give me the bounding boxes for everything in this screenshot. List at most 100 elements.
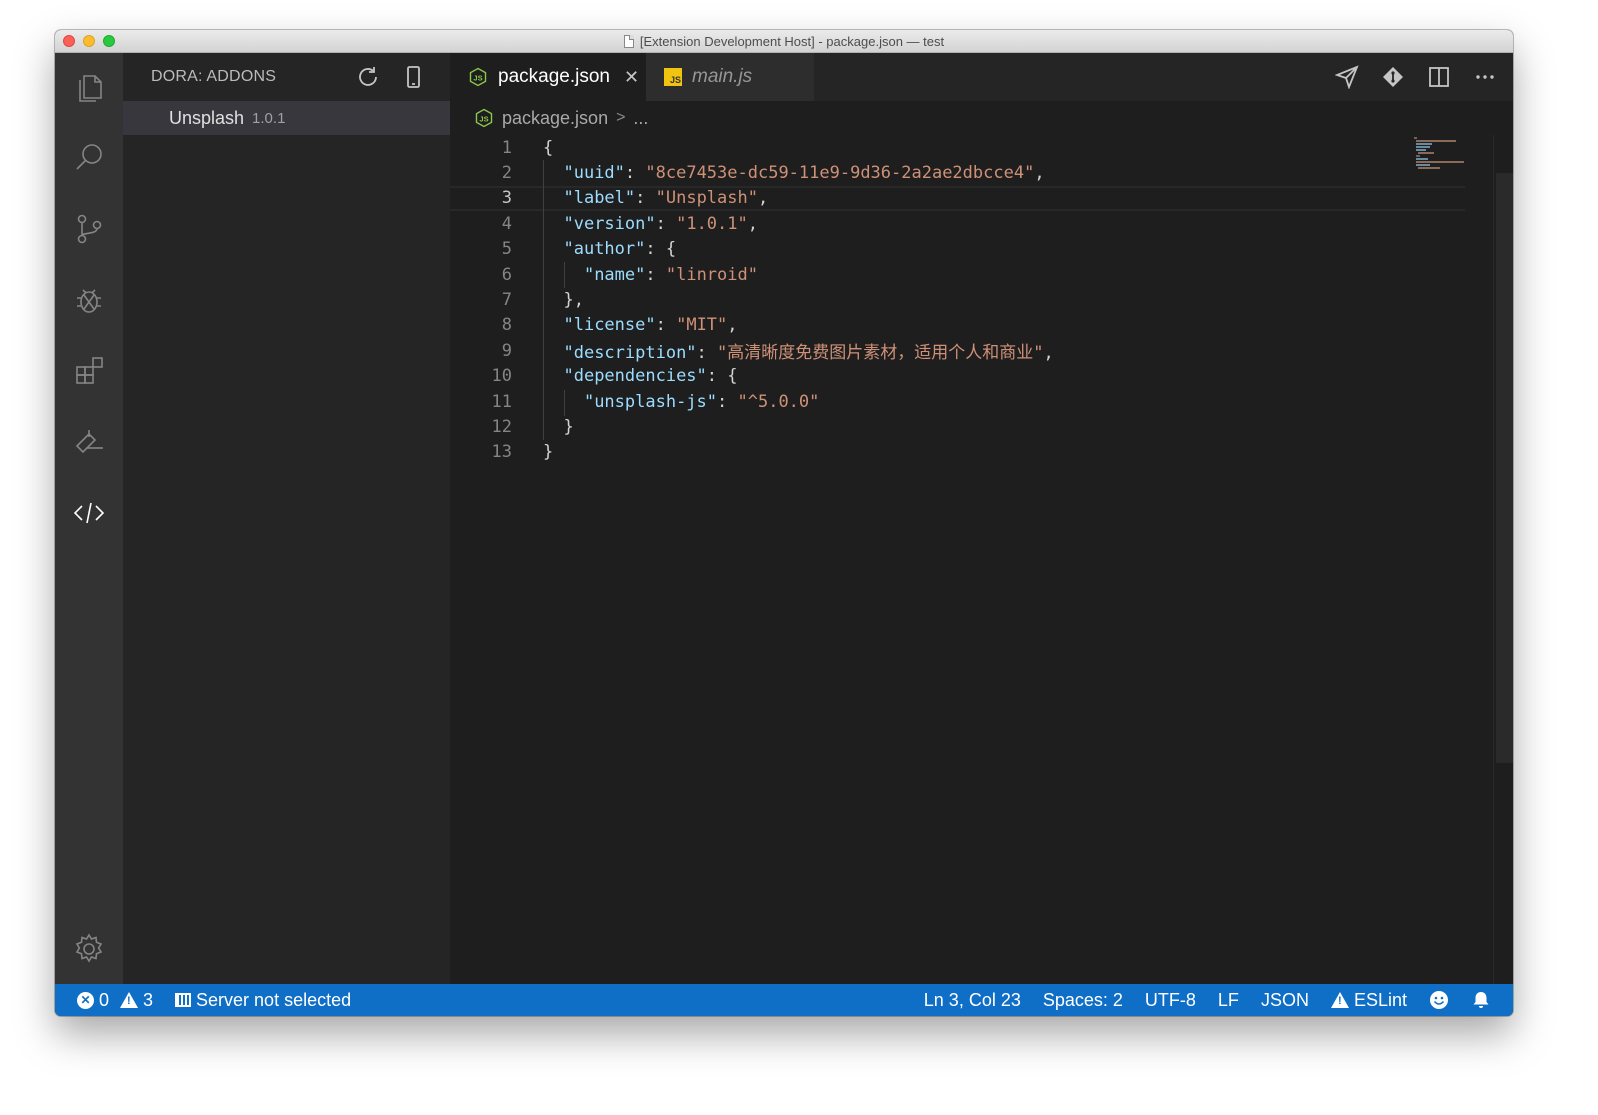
language-mode[interactable]: JSON (1261, 990, 1309, 1011)
code-line[interactable]: 3 "label": "Unsplash", (450, 185, 1465, 212)
document-icon (623, 34, 634, 48)
git-compare-icon[interactable] (1379, 63, 1407, 91)
line-number: 9 (501, 340, 512, 361)
line-text: "version": "1.0.1", (543, 214, 758, 234)
end-of-line[interactable]: LF (1218, 990, 1239, 1011)
feedback-smiley-icon[interactable] (1429, 990, 1449, 1010)
line-text: "license": "MIT", (543, 315, 738, 336)
punctuation-token: : (655, 213, 677, 234)
problems-indicator[interactable]: ✕ 0 3 (77, 990, 153, 1011)
scrollbar-thumb[interactable] (1496, 173, 1513, 763)
json-string-token: "8ce7453e-dc59-11e9-9d36-2a2ae2dbcce4" (645, 163, 1035, 184)
json-key-token: "uuid" (563, 163, 625, 184)
code-line[interactable]: 1{ (450, 135, 1465, 160)
mobile-device-icon[interactable] (399, 63, 427, 91)
code-line[interactable]: 7 }, (450, 287, 1465, 312)
extensions-icon[interactable] (69, 351, 109, 391)
json-string-token: "高清晰度免费图片素材，适用个人和商业" (717, 343, 1044, 364)
settings-gear-icon[interactable] (69, 929, 109, 969)
code-icon[interactable] (69, 493, 109, 533)
refresh-icon[interactable] (354, 63, 382, 91)
punctuation-token: } (543, 442, 554, 463)
code-line[interactable]: 12 } (450, 414, 1465, 439)
files-icon[interactable] (69, 67, 109, 107)
line-text: }, (543, 290, 584, 311)
json-key-token: "author" (563, 239, 646, 260)
warning-icon (120, 992, 139, 1008)
deploy-icon[interactable] (69, 422, 109, 462)
indentation[interactable]: Spaces: 2 (1043, 990, 1123, 1011)
line-number: 5 (501, 239, 512, 260)
split-editor-icon[interactable] (1425, 63, 1453, 91)
line-number: 8 (501, 315, 512, 336)
addon-version: 1.0.1 (252, 109, 286, 127)
notifications-bell-icon[interactable] (1471, 990, 1491, 1010)
code-line[interactable]: 6 "name": "linroid" (450, 262, 1465, 287)
punctuation-token: : (624, 163, 646, 184)
addon-name: Unsplash (169, 107, 245, 128)
code-line[interactable]: 13} (450, 440, 1465, 465)
maximize-window-button[interactable] (103, 35, 115, 47)
punctuation-token: : { (706, 366, 738, 387)
line-number: 7 (501, 290, 512, 311)
search-icon[interactable] (69, 138, 109, 178)
close-icon[interactable]: ✕ (624, 67, 639, 88)
more-actions-icon[interactable] (1471, 63, 1499, 91)
server-status[interactable]: Server not selected (175, 990, 351, 1011)
punctuation-token: , (1043, 343, 1054, 364)
line-number: 13 (491, 442, 512, 463)
punctuation-token: : (645, 264, 666, 285)
debug-icon[interactable] (69, 280, 109, 320)
punctuation-token: , (757, 188, 769, 209)
server-icon (175, 993, 192, 1007)
line-number: 6 (501, 264, 512, 285)
tab-bar: JS package.json ✕ JS main.js (450, 53, 1513, 101)
line-number: 12 (491, 417, 512, 438)
cursor-position[interactable]: Ln 3, Col 23 (924, 990, 1021, 1011)
breadcrumb-more[interactable]: ... (633, 108, 648, 129)
code-line[interactable]: 9 "description": "高清晰度免费图片素材，适用个人和商业", (450, 338, 1465, 364)
indent-guide (543, 160, 544, 440)
minimap[interactable] (1412, 135, 1465, 175)
send-icon[interactable] (1333, 63, 1361, 91)
line-text: "author": { (543, 239, 676, 259)
code-line[interactable]: 2 "uuid": "8ce7453e-dc59-11e9-9d36-2a2ae… (450, 160, 1465, 185)
eslint-status[interactable]: ESLint (1330, 990, 1407, 1011)
tab-package-json[interactable]: JS package.json ✕ (450, 53, 646, 101)
code-line[interactable]: 11 "unsplash-js": "^5.0.0" (450, 389, 1465, 414)
vscode-window: [Extension Development Host] - package.j… (55, 30, 1513, 1016)
line-text: "unsplash-js": "^5.0.0" (543, 392, 819, 412)
code-editor[interactable]: 1{2 "uuid": "8ce7453e-dc59-11e9-9d36-2a2… (450, 135, 1465, 984)
code-line[interactable]: 4 "version": "1.0.1", (450, 211, 1465, 236)
code-line[interactable]: 10 "dependencies": { (450, 364, 1465, 389)
punctuation-token: : { (645, 239, 677, 260)
minimize-window-button[interactable] (83, 35, 95, 47)
encoding[interactable]: UTF-8 (1145, 990, 1196, 1011)
json-string-token: "MIT" (676, 315, 728, 336)
code-line[interactable]: 5 "author": { (450, 237, 1465, 262)
addon-item-unsplash[interactable]: Unsplash 1.0.1 (123, 101, 450, 135)
tab-main-js[interactable]: JS main.js (646, 53, 814, 101)
vertical-scrollbar[interactable] (1493, 135, 1513, 984)
chevron-right-icon: > (616, 109, 626, 126)
punctuation-token: }, (543, 290, 584, 311)
line-number: 1 (501, 137, 512, 158)
breadcrumb-file[interactable]: package.json (502, 108, 608, 129)
line-text: "description": "高清晰度免费图片素材，适用个人和商业", (543, 338, 1054, 364)
source-control-icon[interactable] (69, 209, 109, 249)
close-window-button[interactable] (63, 35, 75, 47)
json-file-icon: JS (469, 67, 487, 87)
punctuation-token: , (727, 315, 738, 336)
json-key-token: "unsplash-js" (583, 391, 718, 412)
line-text: } (543, 417, 573, 437)
punctuation-token: { (543, 137, 554, 158)
punctuation-token: : (655, 315, 677, 336)
code-line[interactable]: 8 "license": "MIT", (450, 313, 1465, 338)
title-bar: [Extension Development Host] - package.j… (55, 30, 1513, 53)
